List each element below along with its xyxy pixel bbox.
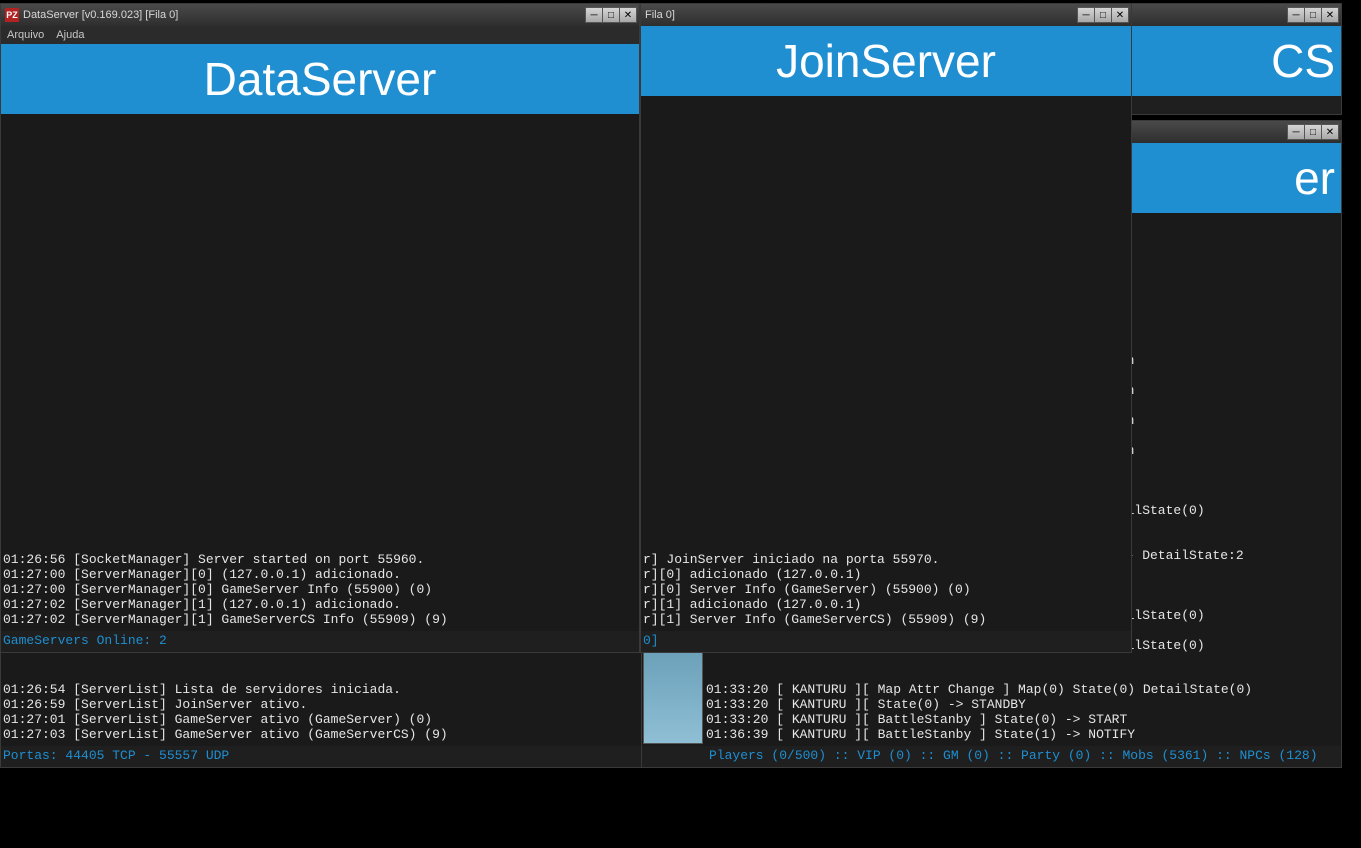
banner-dataserver: DataServer bbox=[1, 44, 639, 114]
status-dataserver: GameServers Online: 2 bbox=[1, 631, 639, 652]
log-joinserver: r] JoinServer iniciado na porta 55970. r… bbox=[643, 552, 1129, 627]
log-gameserver-upper: ain ain ain ain tailState(0) e - DetailS… bbox=[1111, 353, 1339, 653]
log-connect: 01:26:54 [ServerList] Lista de servidore… bbox=[3, 682, 639, 742]
title-joinserver: Fila 0] bbox=[645, 9, 1078, 21]
maximize-button[interactable]: □ bbox=[1094, 7, 1112, 23]
close-button[interactable]: ✕ bbox=[1111, 7, 1129, 23]
menubar-dataserver: Arquivo Ajuda bbox=[1, 26, 639, 44]
status-joinserver: 0] bbox=[641, 631, 1131, 652]
title-dataserver: DataServer [v0.169.023] [Fila 0] bbox=[23, 9, 586, 21]
menu-arquivo[interactable]: Arquivo bbox=[7, 29, 44, 41]
minimize-button[interactable]: ─ bbox=[585, 7, 603, 23]
banner-joinserver: JoinServer bbox=[641, 26, 1131, 96]
thumbnail-image bbox=[643, 649, 703, 744]
maximize-button[interactable]: □ bbox=[1304, 124, 1322, 140]
titlebar-joinserver[interactable]: Fila 0] ─ □ ✕ bbox=[641, 4, 1131, 26]
maximize-button[interactable]: □ bbox=[602, 7, 620, 23]
status-connect: Portas: 44405 TCP - 55557 UDP bbox=[1, 746, 641, 767]
minimize-button[interactable]: ─ bbox=[1077, 7, 1095, 23]
maximize-button[interactable]: □ bbox=[1304, 7, 1322, 23]
body-joinserver: r] JoinServer iniciado na porta 55970. r… bbox=[641, 96, 1131, 631]
close-button[interactable]: ✕ bbox=[1321, 124, 1339, 140]
window-dataserver: PZ DataServer [v0.169.023] [Fila 0] ─ □ … bbox=[0, 3, 640, 653]
log-dataserver: 01:26:56 [SocketManager] Server started … bbox=[3, 552, 637, 627]
close-button[interactable]: ✕ bbox=[1321, 7, 1339, 23]
minimize-button[interactable]: ─ bbox=[1287, 7, 1305, 23]
status-gameserver: Players (0/500) :: VIP (0) :: GM (0) :: … bbox=[641, 746, 1341, 767]
titlebar-dataserver[interactable]: PZ DataServer [v0.169.023] [Fila 0] ─ □ … bbox=[1, 4, 639, 26]
close-button[interactable]: ✕ bbox=[619, 7, 637, 23]
app-icon: PZ bbox=[5, 8, 19, 22]
body-dataserver: 01:26:56 [SocketManager] Server started … bbox=[1, 114, 639, 631]
log-gameserver-lower: 01:33:20 [ KANTURU ][ Map Attr Change ] … bbox=[706, 682, 1339, 742]
menu-ajuda[interactable]: Ajuda bbox=[56, 29, 84, 41]
window-joinserver: Fila 0] ─ □ ✕ JoinServer r] JoinServer i… bbox=[640, 3, 1132, 653]
minimize-button[interactable]: ─ bbox=[1287, 124, 1305, 140]
